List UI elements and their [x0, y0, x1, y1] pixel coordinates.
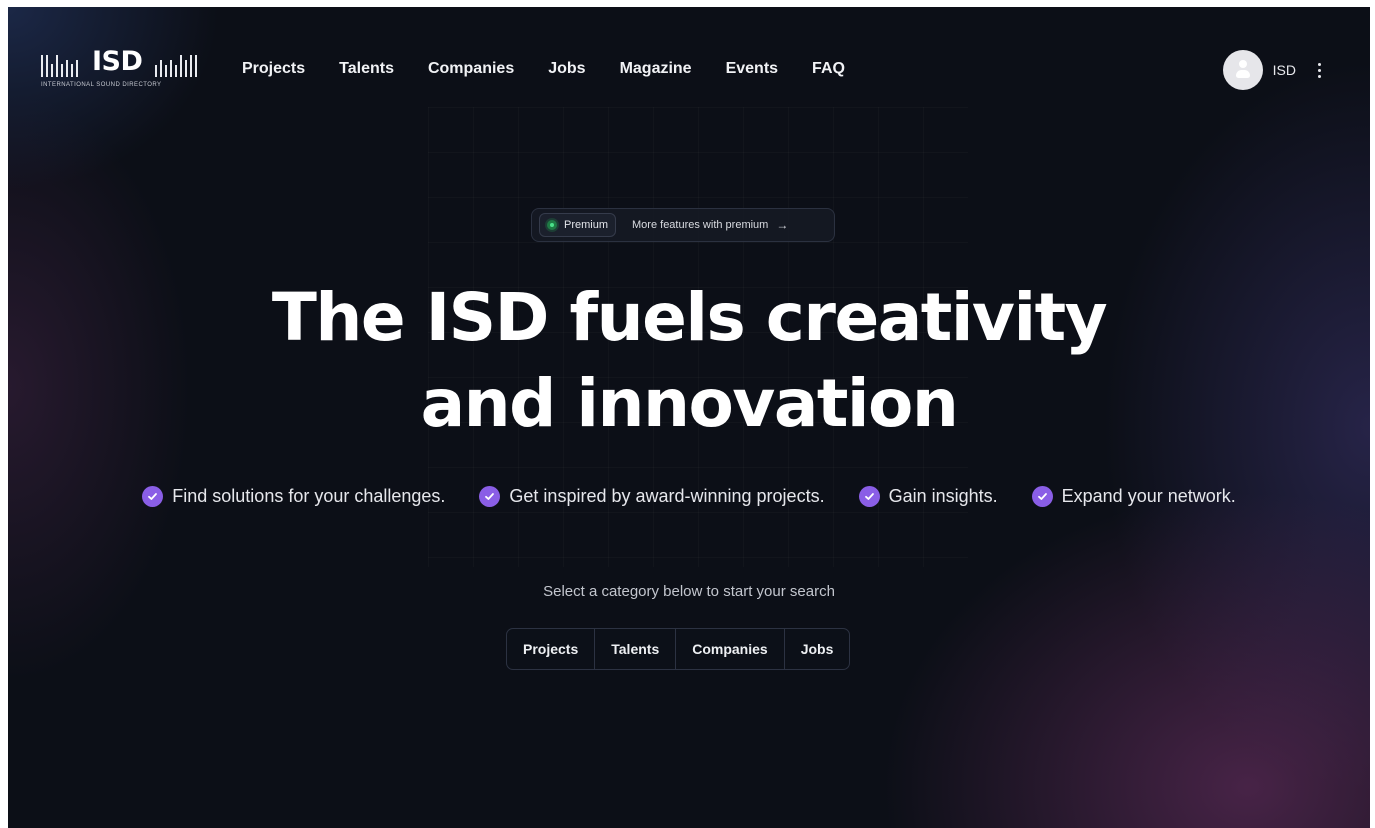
premium-tag-label: Premium [564, 219, 609, 231]
nav-item-jobs[interactable]: Jobs [548, 60, 585, 78]
category-button-companies[interactable]: Companies [676, 629, 785, 669]
benefit-item: Gain insights. [858, 486, 998, 507]
nav-item-magazine[interactable]: Magazine [620, 60, 692, 78]
nav-item-talents[interactable]: Talents [339, 60, 394, 78]
check-circle-icon [1031, 486, 1053, 507]
user-name[interactable]: ISD [1273, 62, 1296, 78]
premium-tag: Premium [539, 213, 617, 237]
isd-logo[interactable]: ISD INTERNATIONAL SOUND DIRECTORY [41, 46, 203, 91]
logo-tagline: INTERNATIONAL SOUND DIRECTORY [41, 82, 162, 88]
benefit-item: Get inspired by award-winning projects. [479, 486, 825, 507]
benefit-label: Gain insights. [888, 486, 998, 506]
arrow-right-icon: → [776, 218, 789, 232]
status-dot-icon [547, 220, 557, 230]
check-circle-icon [479, 486, 501, 507]
benefit-label: Get inspired by award-winning projects. [509, 486, 825, 506]
logo-wordmark: ISD [92, 46, 143, 77]
category-button-projects[interactable]: Projects [507, 629, 596, 669]
logo-bars-left [41, 49, 78, 77]
check-circle-icon [142, 486, 164, 507]
user-avatar-icon[interactable] [1222, 50, 1263, 90]
check-circle-icon [858, 486, 880, 507]
search-hint: Select a category below to start your se… [543, 583, 835, 600]
nav-item-companies[interactable]: Companies [428, 60, 514, 78]
premium-banner[interactable]: Premium More features with premium → [531, 208, 835, 242]
premium-link-text[interactable]: More features with premium [632, 219, 768, 231]
nav-item-events[interactable]: Events [726, 60, 778, 78]
main-nav: Projects Talents Companies Jobs Magazine… [242, 60, 879, 78]
category-button-jobs[interactable]: Jobs [785, 629, 850, 669]
kebab-menu-icon[interactable] [1312, 60, 1326, 80]
hero-title-line-2: and innovation [420, 365, 959, 442]
user-menu[interactable]: ISD [1222, 50, 1326, 90]
benefit-item: Find solutions for your challenges. [142, 486, 445, 507]
nav-item-faq[interactable]: FAQ [812, 60, 845, 78]
nav-item-projects[interactable]: Projects [242, 60, 305, 78]
page-frame: ISD INTERNATIONAL SOUND DIRECTORY Projec… [8, 7, 1370, 828]
benefit-label: Expand your network. [1061, 486, 1236, 506]
category-button-talents[interactable]: Talents [595, 629, 677, 669]
hero-title-line-1: The ISD fuels creativity [271, 279, 1108, 356]
logo-bars-right [155, 49, 197, 77]
benefit-label: Find solutions for your challenges. [172, 486, 446, 506]
benefits-list: Find solutions for your challenges. Get … [8, 486, 1370, 507]
benefit-item: Expand your network. [1031, 486, 1236, 507]
category-selector: Projects Talents Companies Jobs [506, 628, 851, 670]
